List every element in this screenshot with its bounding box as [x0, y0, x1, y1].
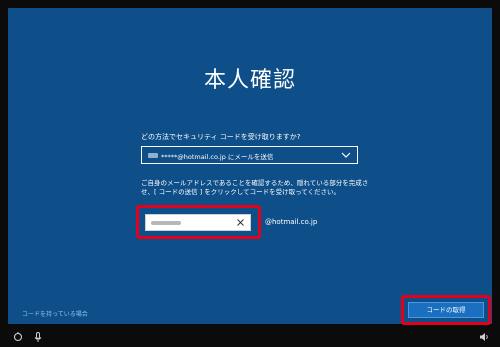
method-select[interactable]: *****@hotmail.co.jp にメールを送信 — [141, 146, 358, 164]
masked-email-prefix — [148, 153, 158, 158]
get-code-highlight: コードの取得 — [401, 295, 491, 325]
volume-icon[interactable] — [478, 331, 490, 343]
have-code-link[interactable]: コードを持っている場合 — [22, 309, 88, 318]
accessibility-icon[interactable] — [12, 331, 24, 343]
instructions-text: ご自身のメールアドレスであることを確認するため、隠れている部分を完成させ、[ コ… — [141, 179, 369, 196]
page-title: 本人確認 — [203, 68, 296, 93]
get-code-button[interactable]: コードの取得 — [408, 302, 484, 318]
email-input-highlight — [136, 205, 261, 239]
verification-panel: 本人確認 どの方法でセキュリティ コードを受け取りますか? *****@hotm… — [8, 8, 492, 325]
email-domain: @hotmail.co.jp — [265, 218, 318, 226]
microphone-icon[interactable] — [32, 331, 44, 343]
chevron-down-icon — [341, 152, 351, 158]
email-input[interactable] — [145, 214, 251, 231]
setup-screen: 本人確認 どの方法でセキュリティ コードを受け取りますか? *****@hotm… — [0, 0, 500, 347]
close-icon[interactable] — [234, 216, 247, 229]
method-question: どの方法でセキュリティ コードを受け取りますか? — [141, 133, 301, 141]
email-input-text — [151, 221, 181, 225]
method-select-value: *****@hotmail.co.jp にメールを送信 — [161, 153, 274, 161]
